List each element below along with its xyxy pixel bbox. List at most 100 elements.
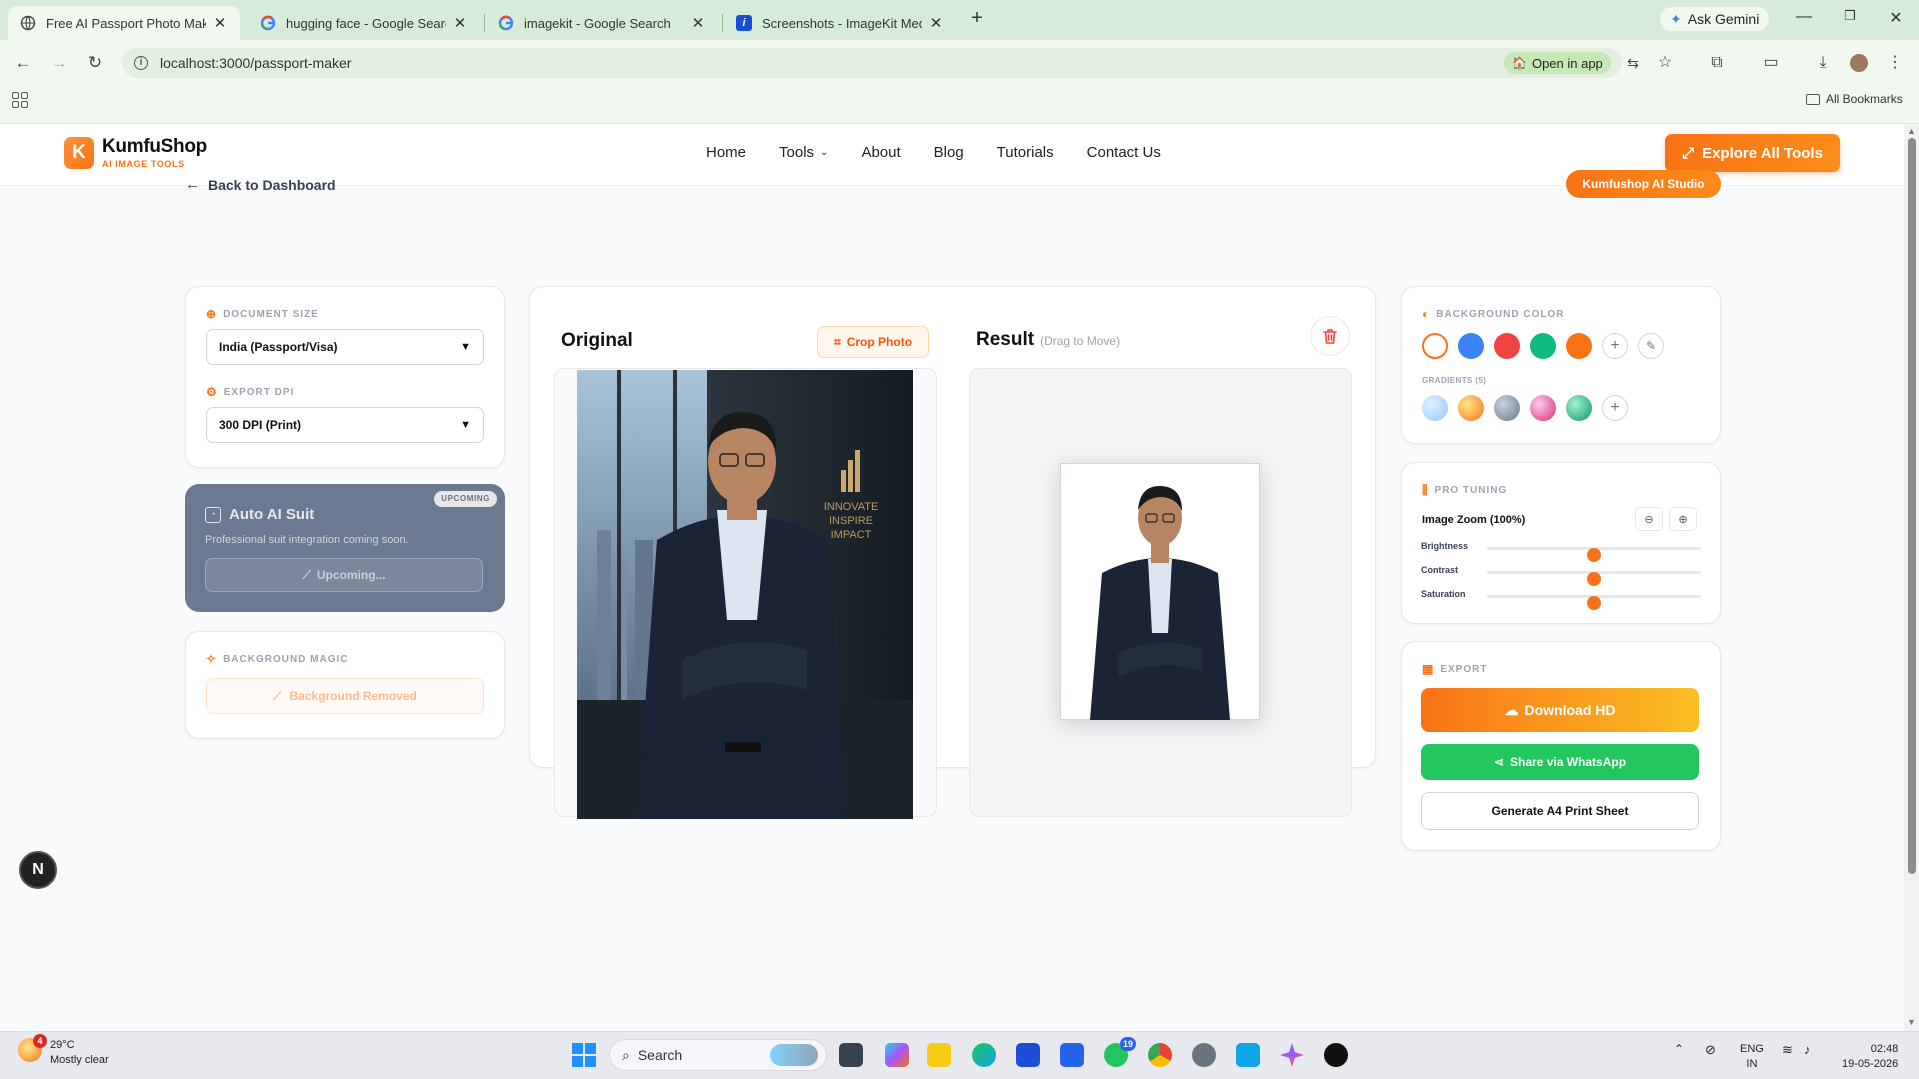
color-swatch-green[interactable]: [1530, 333, 1556, 359]
extensions-icon[interactable]: ⧉: [1706, 52, 1728, 74]
profile-avatar[interactable]: [1848, 52, 1870, 74]
crop-photo-button[interactable]: ⌗ Crop Photo: [817, 326, 929, 358]
saturation-slider[interactable]: Saturation: [1421, 589, 1701, 610]
clock[interactable]: 02:48 19-05-2026: [1842, 1042, 1898, 1072]
share-whatsapp-button[interactable]: ⋖ Share via WhatsApp: [1421, 744, 1699, 780]
next-dev-indicator[interactable]: N: [19, 851, 57, 889]
nav-home[interactable]: Home: [706, 144, 746, 161]
translate-icon[interactable]: ⇆: [1622, 52, 1644, 74]
color-swatch-red[interactable]: [1494, 333, 1520, 359]
scrollbar-thumb[interactable]: [1908, 138, 1916, 874]
taskbar-search[interactable]: ⌕ Search: [609, 1039, 827, 1071]
download-icon[interactable]: ⤓: [1812, 52, 1834, 74]
contrast-slider[interactable]: Contrast: [1421, 565, 1701, 586]
forward-arrow-icon[interactable]: →: [48, 52, 70, 74]
close-tab-icon[interactable]: ✕: [690, 14, 706, 32]
zoom-in-button[interactable]: ⊕: [1669, 507, 1697, 531]
edge-icon[interactable]: [972, 1043, 996, 1067]
address-bar[interactable]: i localhost:3000/passport-maker: [122, 48, 1622, 78]
all-bookmarks-button[interactable]: All Bookmarks: [1806, 92, 1903, 106]
explore-all-tools-button[interactable]: ⤢ Explore All Tools: [1665, 134, 1840, 172]
whatsapp-icon[interactable]: 19: [1104, 1037, 1136, 1067]
network-off-icon[interactable]: ⊘: [1705, 1042, 1716, 1057]
delete-button[interactable]: [1310, 316, 1350, 356]
color-swatch-orange[interactable]: [1566, 333, 1592, 359]
add-color-icon[interactable]: +: [1602, 333, 1628, 359]
background-removed-button[interactable]: ⟋ Background Removed: [206, 678, 484, 714]
windows-start-icon[interactable]: [572, 1043, 596, 1067]
site-logo[interactable]: K KumfuShop AI IMAGE TOOLS: [64, 136, 207, 169]
chatgpt-icon[interactable]: [1324, 1043, 1348, 1067]
close-tab-icon[interactable]: ✕: [928, 14, 944, 32]
upcoming-button[interactable]: ⟋ Upcoming...: [205, 558, 483, 592]
tab-imagekit-media[interactable]: i Screenshots - ImageKit Media L ✕: [724, 6, 956, 40]
tab-passport-maker[interactable]: Free AI Passport Photo Maker & ✕: [8, 6, 240, 40]
slider-track[interactable]: [1487, 571, 1701, 586]
original-photo[interactable]: INNOVATE INSPIRE IMPACT: [577, 370, 913, 819]
vscode-icon[interactable]: [1236, 1043, 1260, 1067]
tab-imagekit-search[interactable]: imagekit - Google Search ✕: [486, 6, 718, 40]
ask-gemini-button[interactable]: ✦ Ask Gemini: [1660, 7, 1770, 31]
nav-blog[interactable]: Blog: [934, 144, 964, 161]
tray-overflow-icon[interactable]: ⌃: [1674, 1042, 1684, 1057]
volume-icon[interactable]: ♪: [1804, 1042, 1811, 1057]
gradient-swatch-emerald[interactable]: [1566, 395, 1592, 421]
gradient-swatch-sunset[interactable]: [1458, 395, 1484, 421]
apps-grid-icon[interactable]: [12, 92, 28, 108]
menu-kebab-icon[interactable]: ⋮: [1884, 52, 1906, 74]
tab-search-icon[interactable]: ▭: [1760, 52, 1782, 74]
export-dpi-select[interactable]: 300 DPI (Print) ▼: [206, 407, 484, 443]
close-tab-icon[interactable]: ✕: [452, 14, 468, 32]
new-tab-icon[interactable]: +: [966, 8, 988, 30]
slider-thumb[interactable]: [1587, 596, 1601, 610]
gradient-swatch-slate[interactable]: [1494, 395, 1520, 421]
site-info-icon[interactable]: i: [134, 56, 148, 70]
language-indicator[interactable]: ENG IN: [1740, 1042, 1764, 1072]
nav-about[interactable]: About: [861, 144, 900, 161]
gradient-swatch-sky[interactable]: [1422, 395, 1448, 421]
brightness-slider[interactable]: Brightness: [1421, 541, 1701, 562]
zoom-out-button[interactable]: ⊖: [1635, 507, 1663, 531]
settings-icon[interactable]: [1192, 1043, 1216, 1067]
google-icon: [260, 15, 276, 31]
close-tab-icon[interactable]: ✕: [212, 14, 228, 32]
background-color-label: BACKGROUND COLOR: [1436, 308, 1565, 320]
reload-icon[interactable]: ↻: [84, 52, 106, 74]
color-swatch-white[interactable]: [1422, 333, 1448, 359]
wifi-icon[interactable]: ≋: [1782, 1042, 1793, 1057]
back-arrow-icon[interactable]: ←: [12, 52, 34, 74]
add-gradient-icon[interactable]: +: [1602, 395, 1628, 421]
scroll-down-icon[interactable]: ▼: [1907, 1017, 1916, 1027]
nav-tools[interactable]: Tools ⌄: [779, 144, 828, 161]
slider-thumb[interactable]: [1587, 548, 1601, 562]
open-in-app-button[interactable]: 🏠 Open in app: [1504, 52, 1611, 74]
result-photo[interactable]: [1060, 463, 1260, 720]
close-window-icon[interactable]: ✕: [1884, 8, 1908, 28]
outlook-icon[interactable]: [1060, 1043, 1084, 1067]
download-hd-button[interactable]: ☁ Download HD: [1421, 688, 1699, 732]
slider-track[interactable]: [1487, 595, 1701, 610]
restore-icon[interactable]: ❐: [1838, 8, 1862, 24]
bookmark-star-icon[interactable]: ☆: [1654, 52, 1676, 74]
nav-contact[interactable]: Contact Us: [1087, 144, 1161, 161]
slider-track[interactable]: [1487, 547, 1701, 562]
page-scrollbar[interactable]: ▲ ▼: [1904, 124, 1919, 1031]
nav-tutorials[interactable]: Tutorials: [997, 144, 1054, 161]
m365-icon[interactable]: [885, 1043, 909, 1067]
task-view-icon[interactable]: [839, 1043, 863, 1067]
generate-a4-button[interactable]: Generate A4 Print Sheet: [1421, 792, 1699, 830]
scroll-up-icon[interactable]: ▲: [1907, 126, 1916, 136]
store-icon[interactable]: [1016, 1043, 1040, 1067]
chrome-icon[interactable]: [1148, 1043, 1172, 1067]
file-explorer-icon[interactable]: [927, 1043, 951, 1067]
document-size-select[interactable]: India (Passport/Visa) ▼: [206, 329, 484, 365]
tab-hugging-face[interactable]: hugging face - Google Search ✕: [248, 6, 480, 40]
weather-widget[interactable]: 4 29°C Mostly clear: [18, 1034, 109, 1068]
back-to-dashboard-link[interactable]: ← Back to Dashboard: [185, 176, 336, 193]
slider-thumb[interactable]: [1587, 572, 1601, 586]
gradient-swatch-pink[interactable]: [1530, 395, 1556, 421]
minimize-icon[interactable]: —: [1792, 8, 1816, 26]
tune-icon: ⫼: [1422, 483, 1429, 497]
eyedropper-icon[interactable]: ✎: [1638, 333, 1664, 359]
color-swatch-blue[interactable]: [1458, 333, 1484, 359]
